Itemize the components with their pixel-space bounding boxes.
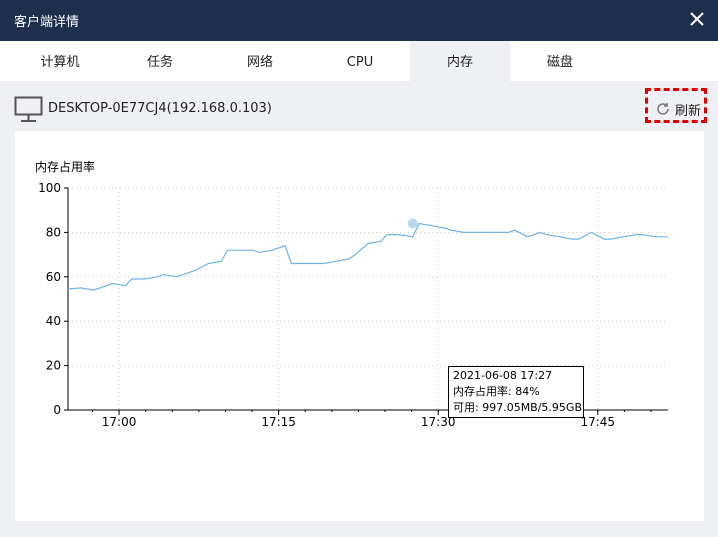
tab-network[interactable]: 网络 xyxy=(210,41,310,81)
y-tick-label: 0 xyxy=(53,403,61,417)
tab-cpu[interactable]: CPU xyxy=(310,41,410,81)
tooltip-usage: 内存占用率: 84% xyxy=(453,385,540,398)
y-tick-label: 60 xyxy=(46,270,61,284)
y-tick-label: 40 xyxy=(46,314,61,328)
x-tick-label: 17:00 xyxy=(102,415,137,429)
host-bar: DESKTOP-0E77CJ4(192.168.0.103) xyxy=(0,81,718,131)
tab-disk[interactable]: 磁盘 xyxy=(510,41,610,81)
refresh-label: 刷新 xyxy=(675,104,702,119)
host-name: DESKTOP-0E77CJ4(192.168.0.103) xyxy=(48,101,272,116)
y-axis-label: 内存占用率 xyxy=(35,159,95,174)
monitor-icon xyxy=(14,96,43,122)
tab-tasks[interactable]: 任务 xyxy=(110,41,210,81)
tooltip-available: 可用: 997.05MB/5.95GB xyxy=(453,401,582,414)
chart-panel: 内存占用率 0 20 40 60 80 100 17:00 17:15 17:30 17:45 2… xyxy=(15,131,704,521)
y-tick-label: 80 xyxy=(46,225,61,239)
tooltip-time: 2021-06-08 17:27 xyxy=(453,369,553,382)
memory-usage-chart: 内存占用率 02040608010017:00 17:15 17:30 17:45 xyxy=(35,159,668,429)
window-title: 客户端详情 xyxy=(14,15,80,30)
title-bar: 客户端详情 xyxy=(0,0,718,41)
refresh-icon xyxy=(657,103,669,115)
close-icon[interactable] xyxy=(686,8,708,30)
hover-point xyxy=(407,218,418,229)
x-tick-label: 17:15 xyxy=(261,415,296,429)
y-tick-label: 100 xyxy=(38,181,61,195)
x-tick-label: 17:45 xyxy=(580,415,615,429)
tooltip: 2021-06-08 17:27 内存占用率: 84% 可用: 997.05MB… xyxy=(448,366,584,418)
tab-memory[interactable]: 内存 xyxy=(410,41,510,81)
tab-computer[interactable]: 计算机 xyxy=(10,41,110,81)
tab-bar: 计算机 任务 网络 CPU 内存 磁盘 xyxy=(0,41,718,81)
series-line xyxy=(67,222,668,291)
y-tick-label: 20 xyxy=(46,359,61,373)
